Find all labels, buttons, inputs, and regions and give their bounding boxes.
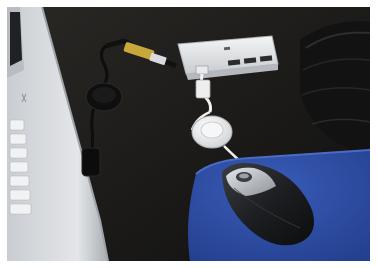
photo-canvas	[0, 0, 377, 268]
product-photo	[0, 0, 377, 268]
